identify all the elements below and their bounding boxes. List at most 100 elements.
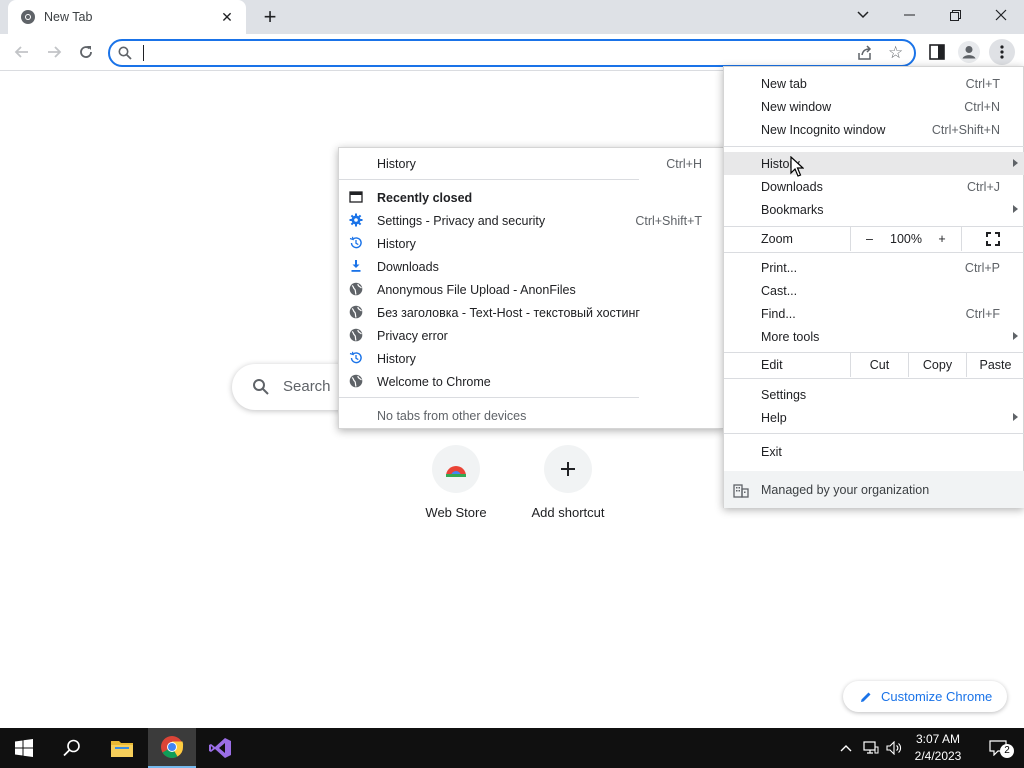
- menu-item-find[interactable]: Find... Ctrl+F: [724, 302, 1024, 325]
- menu-item-help[interactable]: Help: [724, 406, 1024, 429]
- share-icon[interactable]: [856, 44, 874, 62]
- address-bar[interactable]: ☆: [108, 39, 916, 67]
- menu-item-settings[interactable]: Settings: [724, 383, 1024, 406]
- tab-new-tab[interactable]: New Tab ✕: [8, 0, 246, 34]
- recent-item-label: History: [377, 351, 416, 366]
- cut-label: Cut: [869, 358, 890, 372]
- menu-label: Cast...: [761, 283, 798, 298]
- menu-label: New tab: [761, 76, 807, 91]
- menu-item-new-incognito[interactable]: New Incognito window Ctrl+Shift+N: [724, 118, 1024, 141]
- building-icon: [733, 484, 749, 498]
- folder-icon: [111, 741, 133, 757]
- edit-row: Edit Cut Copy Paste: [724, 353, 1024, 377]
- submenu-arrow-icon: [1013, 159, 1018, 167]
- profile-avatar-icon[interactable]: [958, 41, 980, 63]
- paste-label: Paste: [979, 358, 1012, 372]
- cut-button[interactable]: Cut: [850, 353, 908, 377]
- volume-icon[interactable]: [884, 728, 904, 768]
- taskbar-clock[interactable]: 3:07 AM 2/4/2023: [902, 731, 974, 765]
- menu-label: Downloads: [761, 179, 823, 194]
- recently-closed-header: Recently closed: [339, 186, 724, 209]
- submenu-arrow-icon: [1013, 413, 1018, 421]
- recent-item[interactable]: Settings - Privacy and security Ctrl+Shi…: [339, 209, 724, 232]
- recent-item[interactable]: History: [339, 347, 724, 370]
- menu-label: Exit: [761, 444, 782, 459]
- forward-arrow-icon: [48, 46, 62, 58]
- kebab-menu-icon: [1000, 45, 1004, 59]
- web-store-icon: [432, 445, 480, 493]
- side-panel-icon[interactable]: [928, 43, 946, 61]
- menu-label: New Incognito window: [761, 122, 886, 137]
- menu-item-new-tab[interactable]: New tab Ctrl+T: [724, 72, 1024, 95]
- menu-item-downloads[interactable]: Downloads Ctrl+J: [724, 175, 1024, 198]
- tab-search-icon[interactable]: [840, 0, 886, 30]
- customize-chrome-button[interactable]: Customize Chrome: [843, 681, 1007, 712]
- minimize-button[interactable]: [886, 0, 932, 30]
- paste-button[interactable]: Paste: [966, 353, 1024, 377]
- submenu-arrow-icon: [1013, 332, 1018, 340]
- menu-label: Help: [761, 410, 787, 425]
- tray-overflow-chevron-icon[interactable]: [836, 728, 856, 768]
- recent-item[interactable]: History: [339, 232, 724, 255]
- forward-button[interactable]: [40, 38, 68, 66]
- restore-button[interactable]: [932, 0, 978, 30]
- zoom-out-button[interactable]: –: [850, 227, 888, 251]
- zoom-plus-text: +: [938, 232, 946, 246]
- recent-item[interactable]: Downloads: [339, 255, 724, 278]
- taskbar-file-explorer[interactable]: [98, 728, 146, 768]
- globe-icon: [349, 282, 363, 296]
- menu-item-history[interactable]: History: [724, 152, 1024, 175]
- managed-by-org[interactable]: Managed by your organization: [724, 471, 1024, 508]
- taskbar-visual-studio[interactable]: [196, 728, 244, 768]
- new-tab-button[interactable]: +: [258, 4, 282, 29]
- windows-taskbar: 3:07 AM 2/4/2023 2: [0, 728, 1024, 768]
- menu-item-bookmarks[interactable]: Bookmarks: [724, 198, 1024, 221]
- chrome-menu-button[interactable]: [989, 39, 1015, 65]
- taskbar-chrome[interactable]: [148, 728, 196, 768]
- tab-close-icon[interactable]: ✕: [218, 8, 236, 26]
- separator: [724, 146, 1024, 147]
- shortcut-text: Ctrl+T: [965, 76, 1000, 91]
- menu-label: Find...: [761, 306, 796, 321]
- search-icon: [253, 379, 269, 395]
- shortcut-label: Add shortcut: [531, 505, 605, 520]
- menu-item-new-window[interactable]: New window Ctrl+N: [724, 95, 1024, 118]
- menu-item-cast[interactable]: Cast...: [724, 279, 1024, 302]
- shortcut-text: Ctrl+Shift+N: [931, 122, 1000, 137]
- menu-item-exit[interactable]: Exit: [724, 440, 1024, 463]
- download-icon: [351, 260, 361, 272]
- menu-label: More tools: [761, 329, 820, 344]
- shortcut-add[interactable]: Add shortcut: [512, 445, 624, 520]
- recent-item[interactable]: Без заголовка - Text-Host - текстовый хо…: [339, 301, 724, 324]
- fullscreen-button[interactable]: [961, 227, 1024, 251]
- copy-button[interactable]: Copy: [908, 353, 966, 377]
- zoom-in-button[interactable]: +: [924, 227, 960, 251]
- reload-button[interactable]: [72, 38, 100, 66]
- bookmark-star-icon[interactable]: ☆: [888, 43, 903, 63]
- text-cursor: [143, 45, 144, 61]
- tab-title: New Tab: [44, 10, 93, 24]
- zoom-label: Zoom: [761, 232, 793, 246]
- windows-logo-icon: [15, 739, 33, 757]
- gear-icon: [349, 213, 363, 227]
- globe-icon: [349, 374, 363, 388]
- recent-item[interactable]: Privacy error: [339, 324, 724, 347]
- taskbar-search-button[interactable]: [48, 728, 96, 768]
- menu-label: Settings: [761, 387, 807, 402]
- shortcut-web-store[interactable]: Web Store: [400, 445, 512, 520]
- menu-item-print[interactable]: Print... Ctrl+P: [724, 256, 1024, 279]
- fullscreen-icon: [986, 232, 1000, 246]
- recent-item-label: History: [377, 236, 416, 251]
- separator: [339, 179, 639, 180]
- recent-item-label: Downloads: [377, 259, 439, 274]
- submenu-history[interactable]: History Ctrl+H: [339, 152, 724, 175]
- close-window-button[interactable]: [978, 0, 1024, 30]
- recent-item[interactable]: Welcome to Chrome: [339, 370, 724, 393]
- start-button[interactable]: [0, 728, 48, 768]
- menu-item-more-tools[interactable]: More tools: [724, 325, 1024, 348]
- recent-item[interactable]: Anonymous File Upload - AnonFiles: [339, 278, 724, 301]
- notification-center-button[interactable]: 2: [978, 728, 1018, 768]
- back-button[interactable]: [8, 38, 36, 66]
- network-icon[interactable]: [860, 728, 882, 768]
- zoom-row: Zoom – 100% +: [724, 227, 1024, 251]
